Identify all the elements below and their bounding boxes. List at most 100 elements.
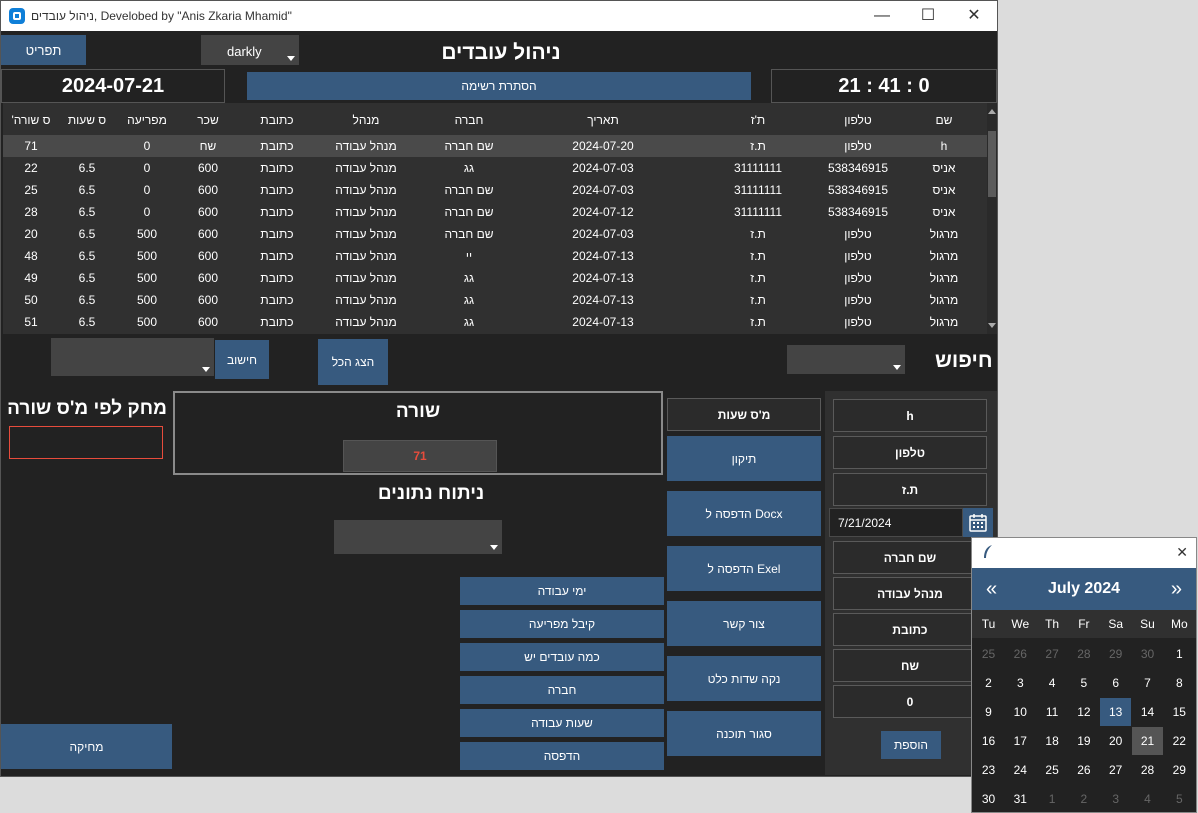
calendar-day[interactable]: 7 [1132,669,1163,697]
calc-button[interactable]: חישוב [215,340,269,379]
analysis-select[interactable] [334,520,502,554]
calendar-day[interactable]: 20 [1100,727,1131,755]
calendar-day[interactable]: 23 [973,756,1004,784]
calendar-day[interactable]: 29 [1164,756,1195,784]
clear-fields-button[interactable]: נקה שדות כלט [667,656,821,701]
add-button[interactable]: הוספת [881,731,941,759]
calendar-day[interactable]: 17 [1005,727,1036,755]
calendar-day[interactable]: 24 [1005,756,1036,784]
close-button[interactable]: ✕ [951,1,997,31]
scroll-down-icon[interactable] [988,323,996,328]
col-header-phone[interactable]: טלפון [813,113,903,127]
col-header-hours[interactable]: ס שעות [59,113,115,127]
manager-field[interactable]: מנהל עבודה [833,577,987,610]
col-header-name[interactable]: שם [909,113,979,127]
scroll-up-icon[interactable] [988,109,996,114]
calendar-day[interactable]: 5 [1164,785,1195,813]
hide-list-button[interactable]: הסתרת רשימה [247,72,751,100]
col-header-id[interactable]: ת'ז [713,113,803,127]
date-picker-popup[interactable]: ✕ « July 2024 » Tu We Th Fr Sa Su Mo 25 26 27 28 2… [971,537,1197,813]
hours-count-button[interactable]: מ'ס שעות [667,398,821,431]
calendar-day[interactable]: 12 [1068,698,1099,726]
analysis-advance-button[interactable]: קיבל מפריעה [460,610,664,638]
calendar-day[interactable]: 1 [1037,785,1068,813]
date-field[interactable]: 7/21/2024 [829,508,963,537]
table-row[interactable]: אניס 538346915 31111111 2024-07-03 גג מנהל עב… [3,157,987,179]
theme-select[interactable]: darkly [201,35,299,65]
calendar-day[interactable]: 13 [1100,698,1132,726]
calendar-day[interactable]: 27 [1037,640,1068,668]
calendar-day[interactable]: 1 [1164,640,1195,668]
calendar-day[interactable]: 28 [1132,756,1163,784]
calendar-day[interactable]: 29 [1100,640,1131,668]
col-header-company[interactable]: חברה [429,113,509,127]
phone-field[interactable]: טלפון [833,436,987,469]
close-app-button[interactable]: סגור תוכנה [667,711,821,756]
calendar-day[interactable]: 16 [973,727,1004,755]
edit-button[interactable]: תיקון [667,436,821,481]
table-row[interactable]: מרגול טלפון ת.ז 2024-07-13 גג מנהל עבודה כתובת… [3,289,987,311]
table-row[interactable]: מרגול טלפון ת.ז 2024-07-03 שם חברה מנהל עבודה… [3,223,987,245]
name-field[interactable]: h [833,399,987,432]
employees-table[interactable]: שם טלפון ת'ז תאריך חברה מנהל כתובת שכר מ… [3,103,997,334]
calendar-day[interactable]: 30 [1132,640,1163,668]
calendar-day[interactable]: 26 [1005,640,1036,668]
calendar-day[interactable]: 14 [1132,698,1163,726]
calendar-button[interactable] [963,508,993,537]
show-all-button[interactable]: הצג הכל [318,339,388,385]
print-excel-button[interactable]: הדפסה ל Exel [667,546,821,591]
table-row[interactable]: h טלפון ת.ז 2024-07-20 שם חברה מנהל עבודה כתוב… [3,135,987,157]
calendar-day[interactable]: 6 [1100,669,1131,697]
calendar-day[interactable]: 26 [1068,756,1099,784]
calendar-day[interactable]: 8 [1164,669,1195,697]
company-field[interactable]: שם חברה [833,541,987,574]
print-docx-button[interactable]: הדפסה ל Docx [667,491,821,536]
maximize-button[interactable]: ☐ [905,1,951,31]
table-row[interactable]: מרגול טלפון ת.ז 2024-07-13 גג מנהל עבודה כתובת… [3,267,987,289]
calendar-day[interactable]: 10 [1005,698,1036,726]
delete-button[interactable]: מחיקה [1,724,172,769]
analysis-company-button[interactable]: חברה [460,676,664,704]
calendar-day[interactable]: 3 [1100,785,1131,813]
calendar-day[interactable]: 31 [1005,785,1036,813]
table-row[interactable]: מרגול טלפון ת.ז 2024-07-13 יי מנהל עבודה כתובת… [3,245,987,267]
calendar-day[interactable]: 15 [1164,698,1195,726]
contact-button[interactable]: צור קשר [667,601,821,646]
calendar-day[interactable]: 3 [1005,669,1036,697]
advance-field[interactable]: 0 [833,685,987,718]
calendar-day[interactable]: 28 [1068,640,1099,668]
table-row[interactable]: אניס 538346915 31111111 2024-07-03 שם חברה מנ… [3,179,987,201]
menu-button[interactable]: תפריט [1,35,86,65]
calendar-day[interactable]: 2 [973,669,1004,697]
analysis-print-button[interactable]: הדפסה [460,742,664,770]
table-row[interactable]: אניס 538346915 31111111 2024-07-12 שם חברה מנ… [3,201,987,223]
analysis-work-days-button[interactable]: ימי עבודה [460,577,664,605]
col-header-address[interactable]: כתובת [247,113,307,127]
col-header-row-num[interactable]: 'ס שורה [3,113,59,127]
id-field[interactable]: ת.ז [833,473,987,506]
col-header-advance[interactable]: מפריעה [117,113,177,127]
col-header-manager[interactable]: מנהל [321,113,411,127]
calendar-day[interactable]: 30 [973,785,1004,813]
col-header-date[interactable]: תאריך [553,113,653,127]
row-number-field[interactable]: 71 [343,440,497,472]
scroll-thumb[interactable] [988,131,996,197]
address-field[interactable]: כתובת [833,613,987,646]
calendar-day[interactable]: 22 [1164,727,1195,755]
calendar-day[interactable]: 19 [1068,727,1099,755]
date-picker-close-button[interactable]: ✕ [1176,544,1188,561]
calendar-day[interactable]: 18 [1037,727,1068,755]
next-month-button[interactable]: » [1171,578,1182,601]
analysis-employees-count-button[interactable]: כמה עובדים יש [460,643,664,671]
calendar-day[interactable]: 27 [1100,756,1131,784]
search-select[interactable] [787,345,905,374]
col-header-salary[interactable]: שכר [183,113,233,127]
analysis-work-hours-button[interactable]: שעות עבודה [460,709,664,737]
calendar-day[interactable]: 4 [1037,669,1068,697]
calendar-day[interactable]: 5 [1068,669,1099,697]
calendar-day[interactable]: 25 [1037,756,1068,784]
calendar-day[interactable]: 21 [1132,727,1163,755]
calendar-day[interactable]: 2 [1068,785,1099,813]
calc-select[interactable] [51,338,214,376]
delete-row-input[interactable] [9,426,163,459]
